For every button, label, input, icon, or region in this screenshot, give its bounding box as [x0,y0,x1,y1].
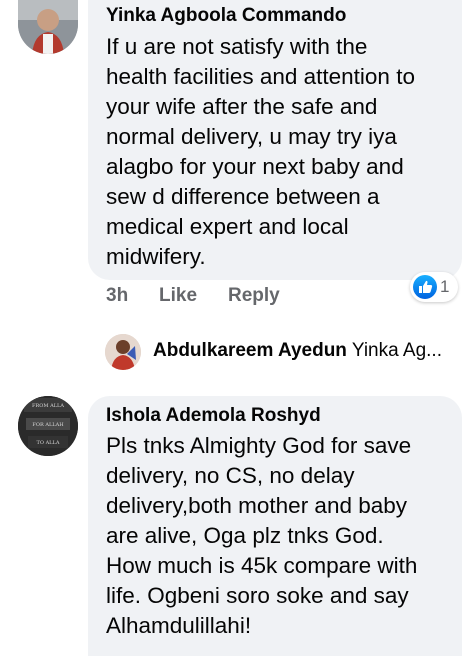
avatar-photo [105,334,141,370]
comment-text: If u are not satisfy with the health fac… [106,34,415,269]
reply-author[interactable]: Abdulkareem Ayedun [153,340,347,361]
avatar-photo [18,0,78,54]
avatar-text: TO ALLA [37,440,60,446]
avatar-text: FOR ALLAH [32,422,64,428]
comment-author[interactable]: Yinka Agboola Commando [106,5,346,27]
like-button[interactable]: Like [159,285,197,307]
comment-text: Pls tnks Almighty God for save delivery,… [106,433,418,638]
avatar-abdulkareem[interactable] [105,334,141,370]
reaction-summary[interactable]: 1 [410,272,458,302]
avatar-yinka[interactable] [18,0,78,54]
reply-snippet: Yinka Ag... [351,340,442,361]
avatar-ishola[interactable]: FROM ALLA FOR ALLAH TO ALLA [18,396,78,456]
avatar-text: FROM ALLA [32,403,64,409]
comment-author[interactable]: Ishola Ademola Roshyd [106,405,321,427]
like-icon [413,275,437,299]
reaction-count: 1 [440,277,450,296]
reply-button[interactable]: Reply [228,285,280,307]
comment-timestamp[interactable]: 3h [106,285,128,307]
avatar-photo: FROM ALLA FOR ALLAH TO ALLA [18,396,78,456]
reply-preview[interactable]: Abdulkareem Ayedun Yinka Ag... [153,340,442,362]
